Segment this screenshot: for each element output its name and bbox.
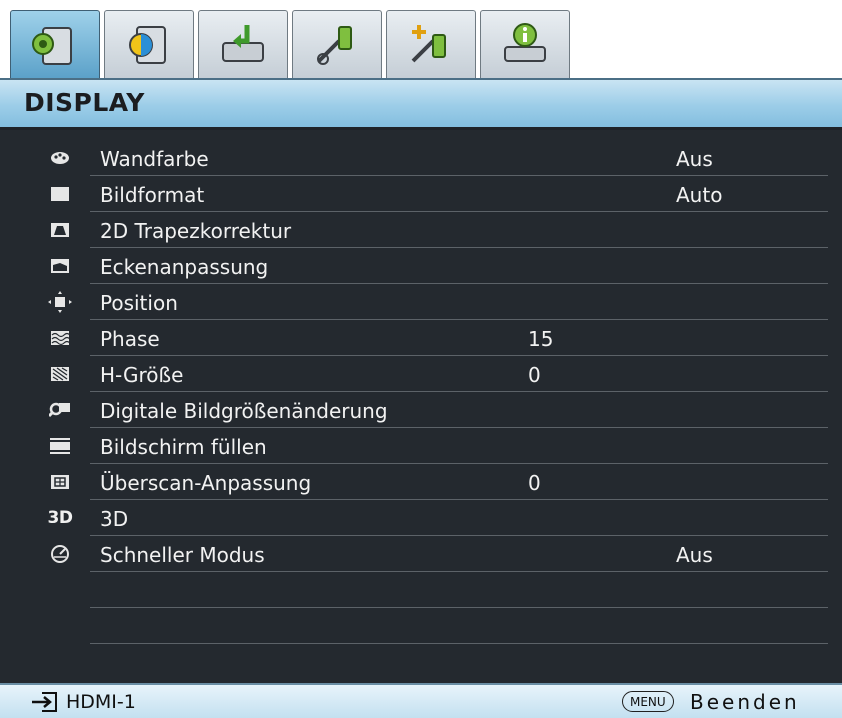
tab-setup-basic[interactable] (292, 10, 382, 78)
current-source: HDMI-1 (66, 691, 136, 713)
menu-item-label: H-Größe (100, 363, 184, 387)
picture-icon (129, 25, 166, 64)
tab-picture[interactable] (104, 10, 194, 78)
menu-item-eckenanpassung[interactable]: Eckenanpassung (0, 248, 842, 284)
menu-item-label: 2D Trapezkorrektur (100, 219, 292, 243)
wall-color-icon (46, 146, 74, 170)
menu-item-empty (0, 572, 842, 608)
keystone-icon (46, 218, 74, 242)
menu-item-label: Wandfarbe (100, 147, 209, 171)
menu-item-position[interactable]: Position (0, 284, 842, 320)
menu-footer: HDMI-1 MENU Beenden (0, 683, 842, 718)
page-title: DISPLAY (24, 88, 145, 117)
menu-list: Wandfarbe Aus Bildformat Auto 2D Trapezk… (0, 130, 842, 683)
tab-setup-advanced[interactable] (386, 10, 476, 78)
quick-mode-icon (46, 542, 74, 566)
menu-item-label: Eckenanpassung (100, 255, 269, 279)
menu-item-bildschirm-fuellen[interactable]: Bildschirm füllen (0, 428, 842, 464)
menu-item-label: Position (100, 291, 178, 315)
menu-item-trapezkorrektur[interactable]: 2D Trapezkorrektur (0, 212, 842, 248)
system-setup-basic-icon (317, 25, 352, 65)
h-size-icon (46, 362, 74, 386)
position-icon (46, 290, 74, 314)
menu-title-bar: DISPLAY (0, 78, 842, 130)
phase-icon (46, 326, 74, 350)
menu-item-label: Bildschirm füllen (100, 435, 267, 459)
system-setup-advanced-icon (411, 24, 446, 62)
tab-display[interactable] (10, 10, 100, 80)
menu-tabs (10, 10, 570, 80)
digital-zoom-icon (46, 398, 74, 422)
menu-item-label: Schneller Modus (100, 543, 265, 567)
corner-fit-icon (46, 254, 74, 278)
input-source-icon (30, 691, 60, 717)
menu-item-label: Digitale Bildgrößenänderung (100, 399, 388, 423)
menu-item-ueberscan-anpassung[interactable]: Überscan-Anpassung 0 (0, 464, 842, 500)
menu-item-h-groesse[interactable]: H-Größe 0 (0, 356, 842, 392)
menu-item-label: Phase (100, 327, 160, 351)
overscan-icon (46, 470, 74, 494)
menu-item-label: 3D (100, 507, 129, 531)
menu-item-value: Aus (676, 147, 713, 171)
menu-item-value: 0 (528, 471, 541, 495)
display-settings-icon (32, 26, 72, 65)
menu-item-label: Bildformat (100, 183, 205, 207)
projector-osd-menu: DISPLAY Wandfarbe Aus Bildformat Auto 2D… (0, 0, 842, 718)
menu-item-digitale-bildgroessenaenderung[interactable]: Digitale Bildgrößenänderung (0, 392, 842, 428)
menu-item-value: Auto (676, 183, 723, 207)
menu-item-3d[interactable]: 3D 3D (0, 500, 842, 536)
menu-item-schneller-modus[interactable]: Schneller Modus Aus (0, 536, 842, 572)
source-input-icon (222, 24, 264, 62)
menu-item-label: Überscan-Anpassung (100, 471, 312, 495)
information-icon (504, 22, 546, 62)
menu-item-value: 15 (528, 327, 554, 351)
3d-icon-text: 3D (47, 508, 73, 528)
row-divider (90, 643, 828, 644)
menu-key-icon: MENU (622, 691, 674, 712)
tab-source[interactable] (198, 10, 288, 78)
menu-item-bildformat[interactable]: Bildformat Auto (0, 176, 842, 212)
screen-fill-icon (46, 434, 74, 458)
exit-hint[interactable]: Beenden (690, 690, 800, 714)
aspect-ratio-icon (46, 182, 74, 206)
menu-item-phase[interactable]: Phase 15 (0, 320, 842, 356)
menu-item-wandfarbe[interactable]: Wandfarbe Aus (0, 140, 842, 176)
menu-item-empty (0, 608, 842, 644)
menu-item-value: Aus (676, 543, 713, 567)
3d-icon: 3D (46, 506, 74, 530)
tab-information[interactable] (480, 10, 570, 78)
menu-item-value: 0 (528, 363, 541, 387)
